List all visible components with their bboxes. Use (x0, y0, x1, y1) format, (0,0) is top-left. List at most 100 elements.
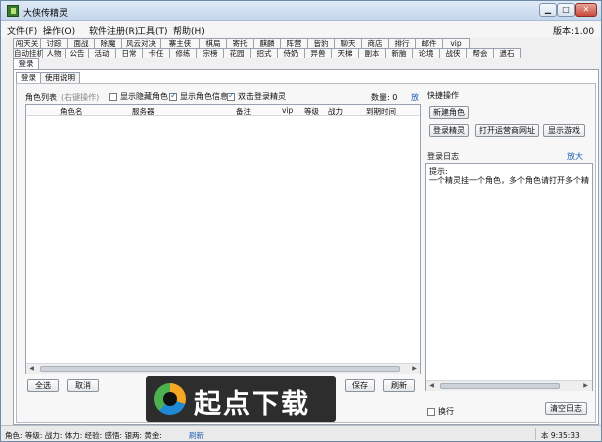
login-log-expand-link[interactable]: 放大 (567, 151, 583, 162)
main-window: 大侠传精灵 ▁ □ ✕ 文件(F) 操作(O) 软件注册(R) 工具(T) 帮助… (0, 0, 602, 442)
close-button[interactable]: ✕ (575, 3, 597, 17)
login-log-textarea[interactable]: 提示: 一个精灵挂一个角色，多个角色请打开多个精灵 ◀ ▶ (425, 163, 593, 391)
save-button[interactable]: 保存 (345, 379, 375, 392)
tab-module[interactable]: 活动 (88, 48, 116, 58)
tab-module[interactable]: 花园 (223, 48, 251, 58)
role-list-group: 角色列表 (右键操作) 显示隐藏角色 显示角色信息 双击登录精灵 数量: 0 放… (21, 90, 423, 402)
new-role-button[interactable]: 新建角色 (429, 106, 469, 119)
clear-log-button[interactable]: 清空日志 (545, 402, 587, 415)
tab-module[interactable]: 皆豹 (307, 38, 335, 48)
tab-module[interactable]: 论境 (412, 48, 440, 58)
version-label: 版本:1.00 (553, 27, 595, 37)
tab-module[interactable]: 聊天 (334, 38, 362, 48)
minimize-button[interactable]: ▁ (539, 3, 557, 17)
tab-module[interactable]: vip (442, 38, 470, 48)
tab-module[interactable]: 闯天关 (13, 38, 41, 48)
status-bar: 角色: 等级: 战力: 体力: 经验: 感悟: 银两: 黄金: 刷新 本 9:3… (1, 425, 601, 441)
refresh-button[interactable]: 刷新 (383, 379, 415, 392)
col-server[interactable]: 服务器 (132, 106, 155, 117)
tab-module[interactable]: 日常 (115, 48, 143, 58)
tab-module[interactable]: 棋局 (199, 38, 227, 48)
menu-register[interactable]: 软件注册(R) (89, 24, 138, 37)
scroll-right-icon[interactable]: ▶ (410, 365, 419, 373)
col-note[interactable]: 备注 (236, 106, 251, 117)
checkbox-label: 显示隐藏角色 (120, 92, 168, 101)
tab-module[interactable]: 阵营 (280, 38, 308, 48)
col-vip[interactable]: vip (282, 106, 293, 115)
show-role-info-checkbox[interactable]: 显示角色信息 (169, 91, 228, 102)
role-table[interactable]: 角色名 服务器 备注 vip 等级 战力 到期时间 ◀ ▶ (25, 104, 421, 374)
window-title: 大侠传精灵 (23, 9, 69, 19)
tab-module[interactable]: 除魔 (94, 38, 122, 48)
quick-ops-title: 快捷操作 (427, 91, 459, 100)
tab-content: 登录 使用说明 角色列表 (右键操作) 显示隐藏角色 显示角色信息 双击登录精灵 (13, 69, 599, 425)
tab-module[interactable]: 人物 (42, 48, 66, 58)
tab-module[interactable]: 遗石 (493, 48, 521, 58)
status-text: 角色: 等级: 战力: 体力: 经验: 感悟: 银两: 黄金: (5, 431, 162, 440)
tab-module[interactable]: 公告 (65, 48, 89, 58)
cancel-button[interactable]: 取消 (67, 379, 99, 392)
scroll-thumb[interactable] (440, 383, 560, 389)
tab-module[interactable]: 招式 (250, 48, 278, 58)
tab-module[interactable]: 天梯 (331, 48, 359, 58)
scroll-left-icon[interactable]: ◀ (427, 382, 436, 390)
col-role-name[interactable]: 角色名 (60, 106, 83, 117)
maximize-button[interactable]: □ (557, 3, 575, 17)
tab-module[interactable]: 宗榜 (196, 48, 224, 58)
tab-module[interactable]: 新脑 (385, 48, 413, 58)
status-divider (535, 428, 536, 440)
tab-module[interactable]: 帮会 (466, 48, 494, 58)
show-hidden-roles-checkbox[interactable]: 显示隐藏角色 (109, 91, 168, 102)
tab-module[interactable]: 修练 (169, 48, 197, 58)
log-hint-text: 一个精灵挂一个角色，多个角色请打开多个精灵 (429, 176, 589, 185)
tab-module[interactable]: 自动挂机 (13, 48, 43, 58)
double-click-login-checkbox[interactable]: 双击登录精灵 (227, 91, 286, 102)
menu-operate[interactable]: 操作(O) (43, 24, 75, 37)
role-list-hint: (右键操作) (61, 93, 100, 102)
scroll-thumb[interactable] (40, 366, 400, 372)
tab-module[interactable]: 排行 (388, 38, 416, 48)
subtab-login[interactable]: 登录 (16, 72, 41, 83)
show-game-button[interactable]: 显示游戏 (543, 124, 585, 137)
tab-module[interactable]: 讨踪 (40, 38, 68, 48)
tab-module[interactable]: 卡任 (142, 48, 170, 58)
tab-module[interactable]: 副本 (358, 48, 386, 58)
col-power[interactable]: 战力 (328, 106, 343, 117)
tab-module[interactable]: 寄托 (226, 38, 254, 48)
login-log-title: 登录日志 (427, 152, 459, 161)
subtab-help[interactable]: 使用说明 (40, 72, 80, 83)
menu-bar: 文件(F) 操作(O) 软件注册(R) 工具(T) 帮助(H) 版本:1.00 (1, 21, 601, 37)
tab-module[interactable]: 寨主侠 (160, 38, 200, 48)
tab-module[interactable]: 麒麟 (253, 38, 281, 48)
select-all-button[interactable]: 全选 (27, 379, 59, 392)
module-tabs-row3: 登录 (13, 58, 39, 69)
status-clock: 本 9:35:33 (541, 431, 580, 440)
log-hscrollbar[interactable]: ◀ ▶ (426, 380, 592, 391)
login-sprite-button[interactable]: 登录精灵 (429, 124, 469, 137)
menu-tools[interactable]: 工具(T) (137, 24, 168, 37)
tab-module[interactable]: 战侠 (439, 48, 467, 58)
menu-help[interactable]: 帮助(H) (173, 24, 205, 37)
col-level[interactable]: 等级 (304, 106, 319, 117)
title-bar[interactable]: 大侠传精灵 ▁ □ ✕ (1, 1, 601, 21)
checkbox-box (227, 91, 235, 101)
tab-module[interactable]: 风云对决 (121, 38, 161, 48)
open-operator-site-button[interactable]: 打开运营商网址 (475, 124, 539, 137)
role-table-hscrollbar[interactable]: ◀ ▶ (26, 363, 420, 374)
status-refresh-link[interactable]: 刷新 (189, 430, 204, 441)
checkbox-box (427, 407, 435, 416)
tab-module[interactable]: 异兽 (304, 48, 332, 58)
tab-module[interactable]: 面战 (67, 38, 95, 48)
tab-module[interactable]: 商店 (361, 38, 389, 48)
role-list-label: 角色列表 (25, 93, 57, 102)
col-expire[interactable]: 到期时间 (366, 106, 396, 117)
tab-module[interactable]: 邮件 (415, 38, 443, 48)
menu-file[interactable]: 文件(F) (7, 24, 37, 37)
tab-login[interactable]: 登录 (13, 58, 39, 69)
tab-module[interactable]: 侍奶 (277, 48, 305, 58)
word-wrap-checkbox[interactable]: 换行 (427, 406, 454, 417)
scroll-left-icon[interactable]: ◀ (27, 365, 36, 373)
scroll-right-icon[interactable]: ▶ (581, 382, 590, 390)
close-icon: ✕ (582, 5, 590, 14)
module-tabs-row1: 闯天关 讨踪 面战 除魔 风云对决 寨主侠 棋局 寄托 麒麟 阵营 皆豹 聊天 … (13, 38, 470, 48)
